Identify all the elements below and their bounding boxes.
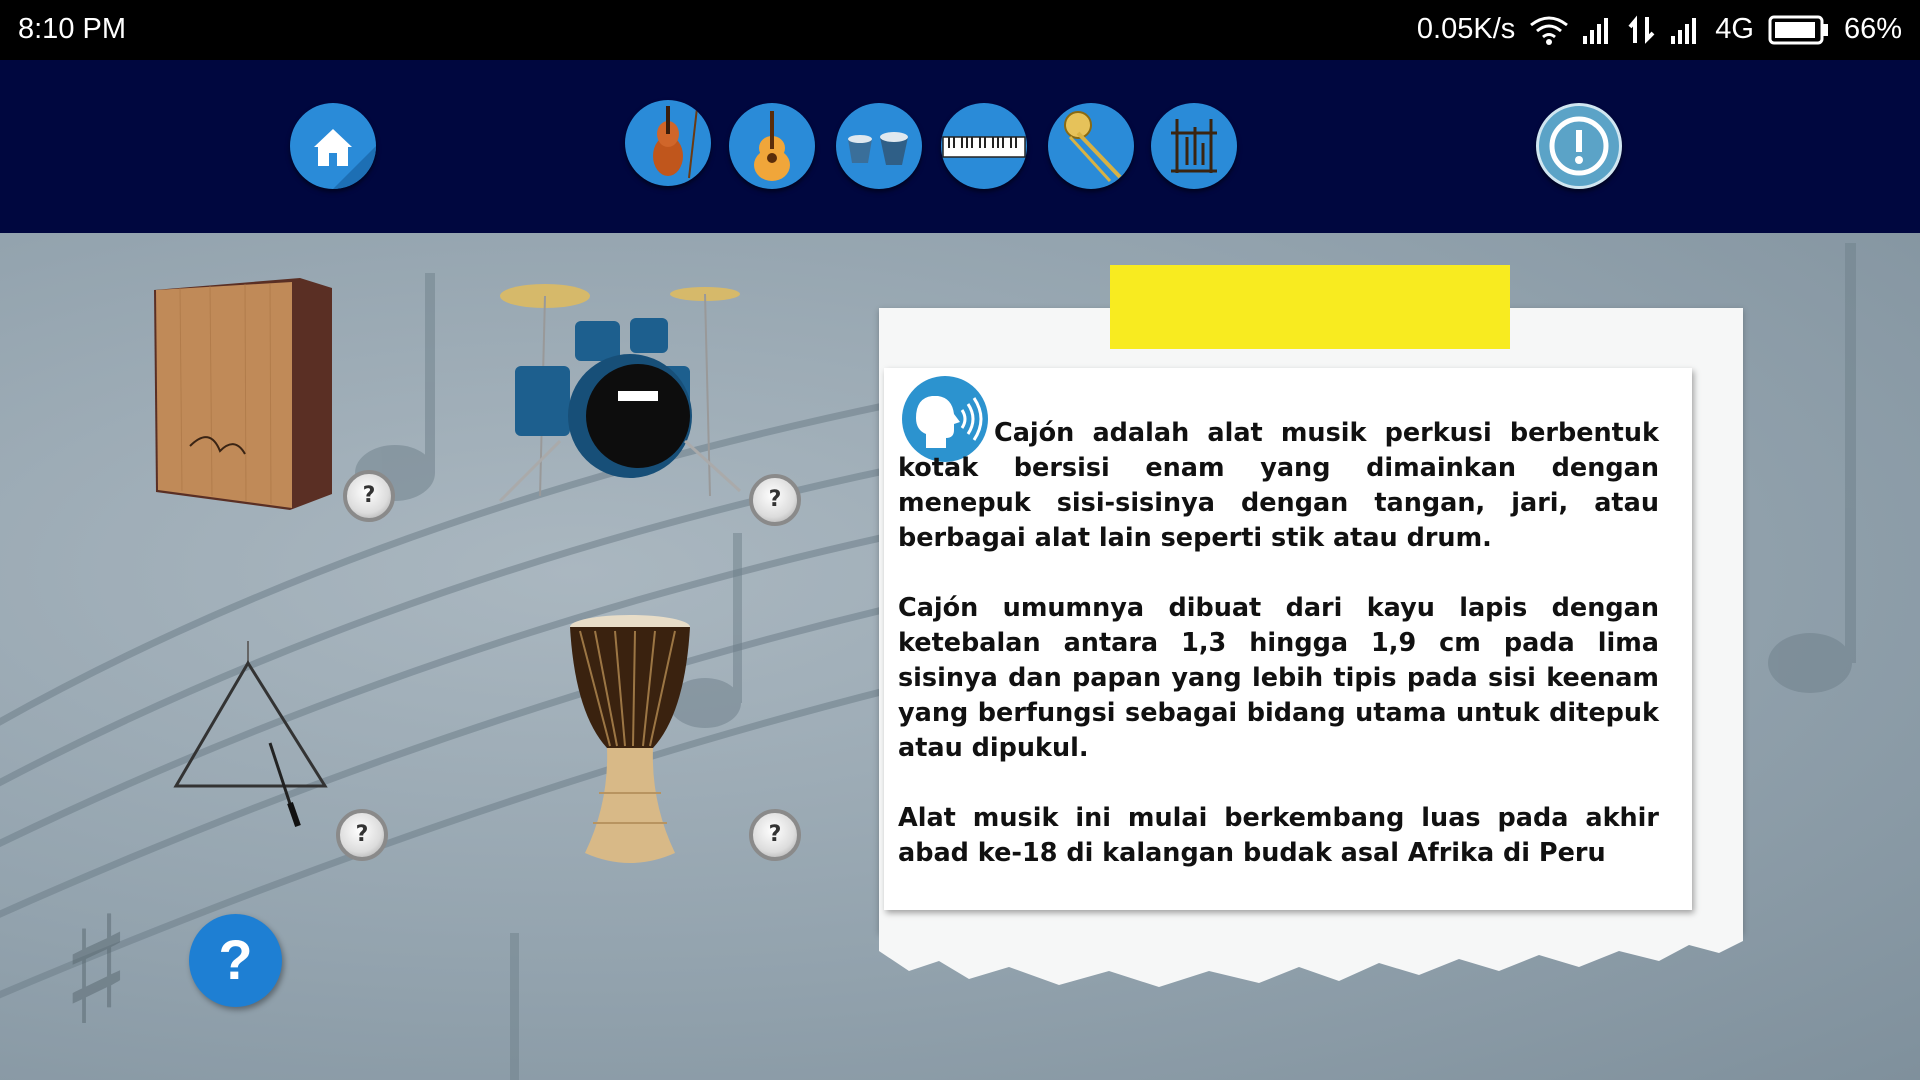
trombone-icon <box>1064 111 1122 183</box>
trombone-button[interactable] <box>1048 103 1134 189</box>
violin-icon <box>653 106 698 179</box>
home-button[interactable] <box>290 103 376 189</box>
network-type: 4G <box>1715 13 1754 45</box>
battery-icon <box>1768 15 1830 45</box>
guitar-icon <box>754 111 790 181</box>
bongo-button[interactable] <box>836 103 922 189</box>
status-time: 8:10 PM <box>18 13 126 45</box>
bongo-icon <box>848 132 908 165</box>
drum-kit-info-button[interactable]: ? <box>749 474 801 526</box>
battery-percent: 66% <box>1843 13 1902 45</box>
data-transfer-icon <box>1627 14 1657 45</box>
keyboard-button[interactable] <box>941 103 1027 189</box>
signal-icon <box>1671 16 1701 44</box>
info-button[interactable] <box>1536 103 1622 189</box>
yellow-tape <box>1110 265 1510 349</box>
main-content: ♯ ? ? ? ? ? Cajón adalah alat musik perk… <box>0 233 1920 1080</box>
info-text: Cajón adalah alat musik perkusi berbentu… <box>898 416 1659 906</box>
info-paragraph: Alat musik ini mulai berkembang luas pad… <box>898 803 1659 868</box>
angklung-icon <box>1171 119 1217 173</box>
triangle-info-button[interactable]: ? <box>336 809 388 861</box>
info-icon <box>1549 116 1609 176</box>
net-speed: 0.05K/s <box>1416 13 1516 45</box>
djembe-info-button[interactable]: ? <box>749 809 801 861</box>
guitar-button[interactable] <box>729 103 815 189</box>
info-paragraph: Cajón umumnya dibuat dari kayu lapis den… <box>898 593 1659 763</box>
info-paragraph: Cajón adalah alat musik perkusi berbentu… <box>898 418 1659 553</box>
keyboard-icon <box>942 136 1026 158</box>
home-icon <box>314 129 376 189</box>
triangle-image[interactable] <box>170 641 330 841</box>
wifi-icon <box>1529 15 1569 45</box>
drum-kit-image[interactable] <box>460 276 745 506</box>
help-button[interactable]: ? <box>189 914 282 1007</box>
djembe-image[interactable] <box>565 613 695 868</box>
signal-icon <box>1583 16 1613 44</box>
svg-text:♯: ♯ <box>60 885 133 1059</box>
angklung-button[interactable] <box>1151 103 1237 189</box>
top-navigation <box>0 60 1920 233</box>
status-bar: 8:10 PM 0.05K/s 4G 66% <box>0 0 1920 60</box>
info-card: Cajón adalah alat musik perkusi berbentu… <box>884 368 1692 910</box>
torn-paper-edge <box>879 931 1743 987</box>
cajon-info-button[interactable]: ? <box>343 470 395 522</box>
cajon-image[interactable] <box>150 276 334 513</box>
violin-button[interactable] <box>625 100 711 186</box>
